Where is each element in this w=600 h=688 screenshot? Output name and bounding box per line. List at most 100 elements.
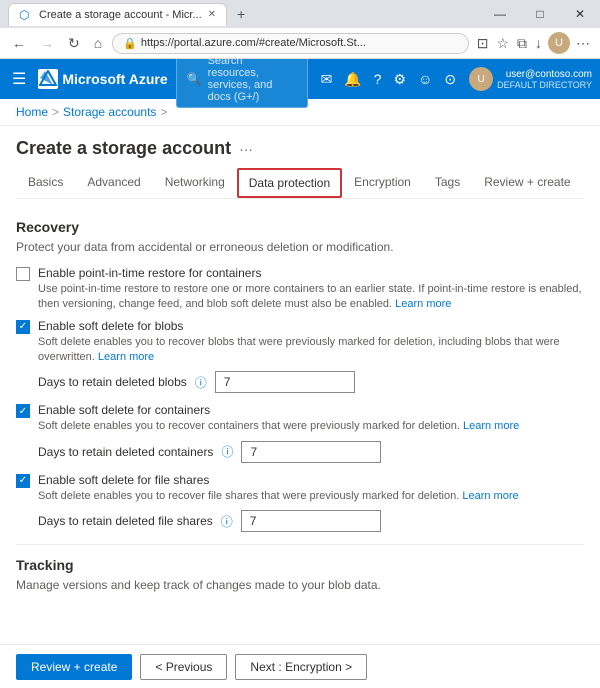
soft-delete-blobs-desc: Soft delete enables you to recover blobs… <box>38 335 584 366</box>
browser-nav-bar: ← → ↻ ⌂ 🔒 https://portal.azure.com/#crea… <box>0 28 600 59</box>
content-area: Recovery Protect your data from accident… <box>16 199 584 603</box>
files-retention-input[interactable] <box>241 510 381 532</box>
soft-delete-containers-content: Enable soft delete for containers Soft d… <box>38 403 584 434</box>
tabs-nav: Basics Advanced Networking Data protecti… <box>16 167 584 199</box>
favorites-icon[interactable]: ☆ <box>494 33 511 54</box>
azure-logo-text: Microsoft Azure <box>62 71 167 87</box>
tab-networking[interactable]: Networking <box>153 167 237 199</box>
review-create-button[interactable]: Review + create <box>16 654 132 680</box>
page-title: Create a storage account <box>16 138 231 159</box>
soft-delete-containers-learn-more[interactable]: Learn more <box>463 420 519 432</box>
breadcrumb-home[interactable]: Home <box>16 105 48 119</box>
files-retention-row: Days to retain deleted file shares ⓘ <box>38 510 584 532</box>
portal-header: ☰ Microsoft Azure 🔍 Search resources, se… <box>0 59 600 99</box>
soft-delete-files-checkbox[interactable] <box>16 474 30 488</box>
point-in-time-label: Enable point-in-time restore for contain… <box>38 266 584 280</box>
settings-icon[interactable]: ⋯ <box>574 33 592 54</box>
email-icon[interactable]: ✉ <box>316 67 338 92</box>
blobs-retention-info-icon[interactable]: ⓘ <box>195 374 207 391</box>
point-in-time-checkbox-container <box>16 267 30 281</box>
maximize-button[interactable]: □ <box>520 0 560 28</box>
containers-retention-label: Days to retain deleted containers <box>38 445 213 459</box>
point-in-time-checkbox[interactable] <box>16 267 30 281</box>
cloud-shell-icon[interactable]: ⊙ <box>439 67 461 92</box>
close-button[interactable]: ✕ <box>560 0 600 28</box>
help-icon[interactable]: ? <box>369 67 387 91</box>
new-tab-button[interactable]: + <box>229 2 253 26</box>
azure-logo-icon <box>38 69 58 89</box>
next-button[interactable]: Next : Encryption > <box>235 654 367 680</box>
feedback-icon[interactable]: ☺ <box>413 67 437 91</box>
point-in-time-option: Enable point-in-time restore for contain… <box>16 266 584 313</box>
tab-title: Create a storage account - Micr... <box>39 9 202 21</box>
user-name: user@contoso.com <box>497 69 592 80</box>
soft-delete-files-checkbox-container <box>16 474 30 488</box>
breadcrumb-sep-1: > <box>52 105 59 119</box>
files-retention-label: Days to retain deleted file shares <box>38 514 213 528</box>
tab-basics[interactable]: Basics <box>16 167 75 199</box>
soft-delete-blobs-checkbox-container <box>16 320 30 334</box>
point-in-time-desc: Use point-in-time restore to restore one… <box>38 282 584 313</box>
tab-tags[interactable]: Tags <box>423 167 472 199</box>
portal-header-icons: ✉ 🔔 ? ⚙ ☺ ⊙ <box>316 67 462 92</box>
containers-retention-info-icon[interactable]: ⓘ <box>221 443 233 460</box>
soft-delete-containers-label: Enable soft delete for containers <box>38 403 584 417</box>
tab-encryption[interactable]: Encryption <box>342 167 423 199</box>
page-menu-button[interactable]: ··· <box>239 141 253 157</box>
home-button[interactable]: ⌂ <box>90 33 106 53</box>
user-avatar: U <box>469 67 493 91</box>
browser-tab[interactable]: ⬡ Create a storage account - Micr... ✕ <box>8 3 227 26</box>
tracking-section-desc: Manage versions and keep track of change… <box>16 577 584 594</box>
recovery-section-title: Recovery <box>16 219 584 235</box>
settings-portal-icon[interactable]: ⚙ <box>389 67 412 92</box>
soft-delete-blobs-label: Enable soft delete for blobs <box>38 319 584 333</box>
notifications-icon[interactable]: 🔔 <box>339 67 366 92</box>
downloads-icon[interactable]: ↓ <box>533 33 544 53</box>
tracking-section-title: Tracking <box>16 557 584 573</box>
tab-close-button[interactable]: ✕ <box>208 9 216 20</box>
tab-favicon: ⬡ <box>19 8 33 22</box>
forward-button[interactable]: → <box>36 33 58 53</box>
browser-nav-icons: ⊡ ☆ ⧉ ↓ U ⋯ <box>475 32 592 54</box>
tab-advanced[interactable]: Advanced <box>75 167 152 199</box>
soft-delete-containers-checkbox[interactable] <box>16 404 30 418</box>
search-icon: 🔍 <box>187 72 202 86</box>
previous-button[interactable]: < Previous <box>140 654 227 680</box>
blobs-retention-input[interactable] <box>215 371 355 393</box>
point-in-time-learn-more[interactable]: Learn more <box>395 298 451 310</box>
soft-delete-containers-desc: Soft delete enables you to recover conta… <box>38 419 584 434</box>
soft-delete-files-learn-more[interactable]: Learn more <box>462 490 518 502</box>
address-bar[interactable]: 🔒 https://portal.azure.com/#create/Micro… <box>112 33 469 54</box>
minimize-button[interactable]: — <box>480 0 520 28</box>
soft-delete-blobs-checkbox[interactable] <box>16 320 30 334</box>
soft-delete-files-option: Enable soft delete for file shares Soft … <box>16 473 584 504</box>
soft-delete-files-label: Enable soft delete for file shares <box>38 473 584 487</box>
profile-icon[interactable]: U <box>548 32 570 54</box>
page-header: Create a storage account ··· <box>16 126 584 167</box>
user-directory: DEFAULT DIRECTORY <box>497 80 592 90</box>
soft-delete-blobs-learn-more[interactable]: Learn more <box>98 351 154 363</box>
containers-retention-input[interactable] <box>241 441 381 463</box>
collections-icon[interactable]: ⧉ <box>515 33 529 54</box>
containers-retention-row: Days to retain deleted containers ⓘ <box>38 441 584 463</box>
window-controls: — □ ✕ <box>480 0 600 28</box>
files-retention-info-icon[interactable]: ⓘ <box>221 513 233 530</box>
extensions-icon[interactable]: ⊡ <box>475 33 491 54</box>
soft-delete-blobs-content: Enable soft delete for blobs Soft delete… <box>38 319 584 366</box>
tab-review-create[interactable]: Review + create <box>472 167 582 199</box>
back-button[interactable]: ← <box>8 33 30 53</box>
refresh-button[interactable]: ↻ <box>64 33 84 54</box>
footer-bar: Review + create < Previous Next : Encryp… <box>0 644 600 688</box>
soft-delete-blobs-option: Enable soft delete for blobs Soft delete… <box>16 319 584 366</box>
portal-user-menu[interactable]: U user@contoso.com DEFAULT DIRECTORY <box>469 67 592 91</box>
sidebar-toggle-button[interactable]: ☰ <box>8 65 30 93</box>
breadcrumb-sep-2: > <box>160 105 167 119</box>
address-text: https://portal.azure.com/#create/Microso… <box>141 37 458 49</box>
blobs-retention-label: Days to retain deleted blobs <box>38 375 187 389</box>
section-divider-1 <box>16 544 584 545</box>
soft-delete-containers-checkbox-container <box>16 404 30 418</box>
point-in-time-content: Enable point-in-time restore for contain… <box>38 266 584 313</box>
breadcrumb-storage[interactable]: Storage accounts <box>63 105 156 119</box>
portal-search-placeholder: Search resources, services, and docs (G+… <box>208 55 297 103</box>
tab-data-protection[interactable]: Data protection <box>237 168 342 198</box>
